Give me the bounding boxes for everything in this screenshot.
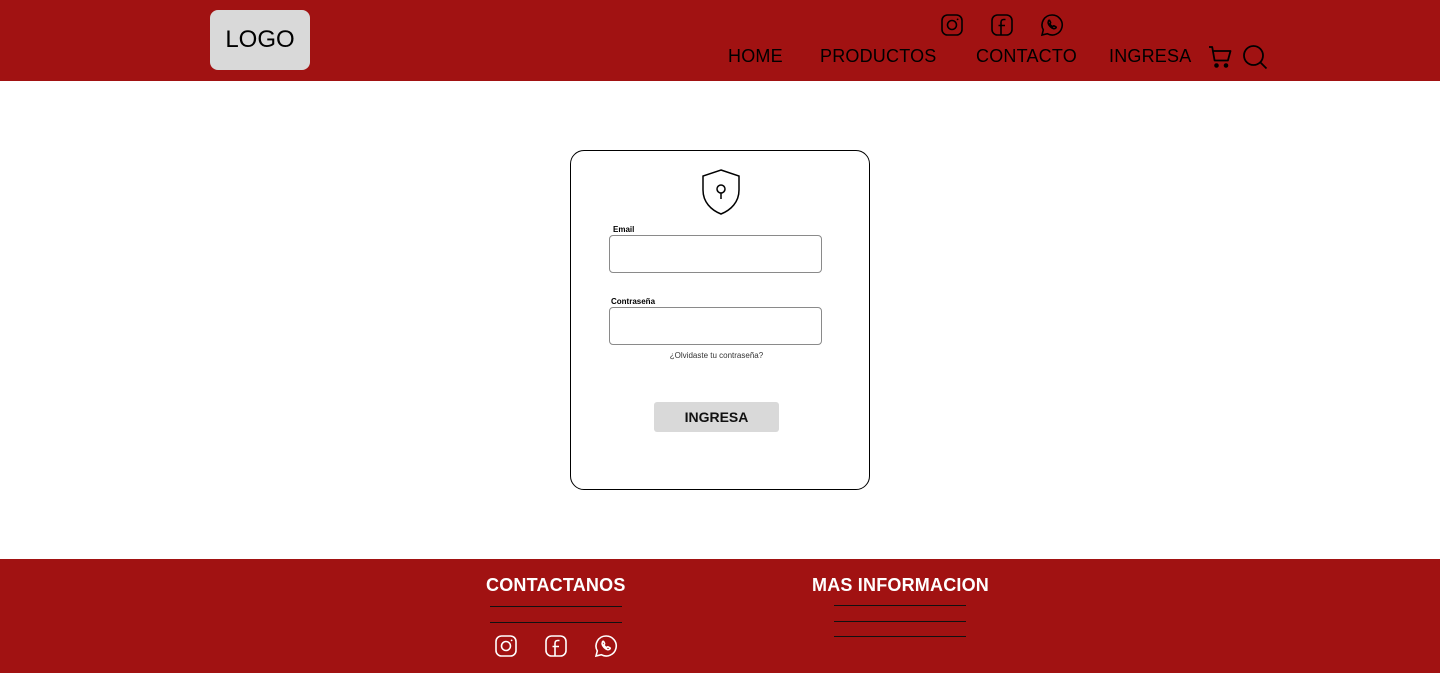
- password-label: Contraseña: [611, 297, 656, 306]
- login-card: Email Contraseña ¿Olvidaste tu contraseñ…: [570, 150, 870, 490]
- logo[interactable]: LOGO: [210, 10, 310, 70]
- nav-ingresa[interactable]: INGRESA: [1109, 46, 1191, 67]
- footer-info-divider: [834, 605, 966, 606]
- cart-icon[interactable]: [1207, 44, 1233, 70]
- instagram-icon[interactable]: [940, 13, 964, 37]
- site-header: LOGO HOME PRODUCTOS CONTACTO INGRESA: [0, 0, 1440, 81]
- footer-info-divider: [834, 621, 966, 622]
- forgot-password-link[interactable]: ¿Olvidaste tu contraseña?: [609, 351, 824, 360]
- footer-contact-divider: [490, 622, 622, 623]
- footer-contact-title: CONTACTANOS: [486, 575, 626, 595]
- login-submit-button[interactable]: INGRESA: [654, 402, 779, 432]
- shield-lock-icon: [702, 169, 740, 215]
- site-footer: CONTACTANOS MAS INFORMACION: [0, 559, 1440, 673]
- password-field[interactable]: [609, 307, 822, 345]
- facebook-icon[interactable]: [544, 634, 568, 658]
- whatsapp-icon[interactable]: [1040, 13, 1064, 37]
- nav-home[interactable]: HOME: [728, 46, 783, 67]
- facebook-icon[interactable]: [990, 13, 1014, 37]
- footer-contact-divider: [490, 606, 622, 607]
- footer-info-divider: [834, 636, 966, 637]
- email-label: Email: [613, 225, 635, 234]
- instagram-icon[interactable]: [494, 634, 518, 658]
- footer-info-title: MAS INFORMACION: [812, 575, 989, 595]
- search-icon[interactable]: [1242, 44, 1268, 70]
- nav-productos[interactable]: PRODUCTOS: [820, 46, 936, 67]
- email-field[interactable]: [609, 235, 822, 273]
- nav-contacto[interactable]: CONTACTO: [976, 46, 1077, 67]
- whatsapp-icon[interactable]: [594, 634, 618, 658]
